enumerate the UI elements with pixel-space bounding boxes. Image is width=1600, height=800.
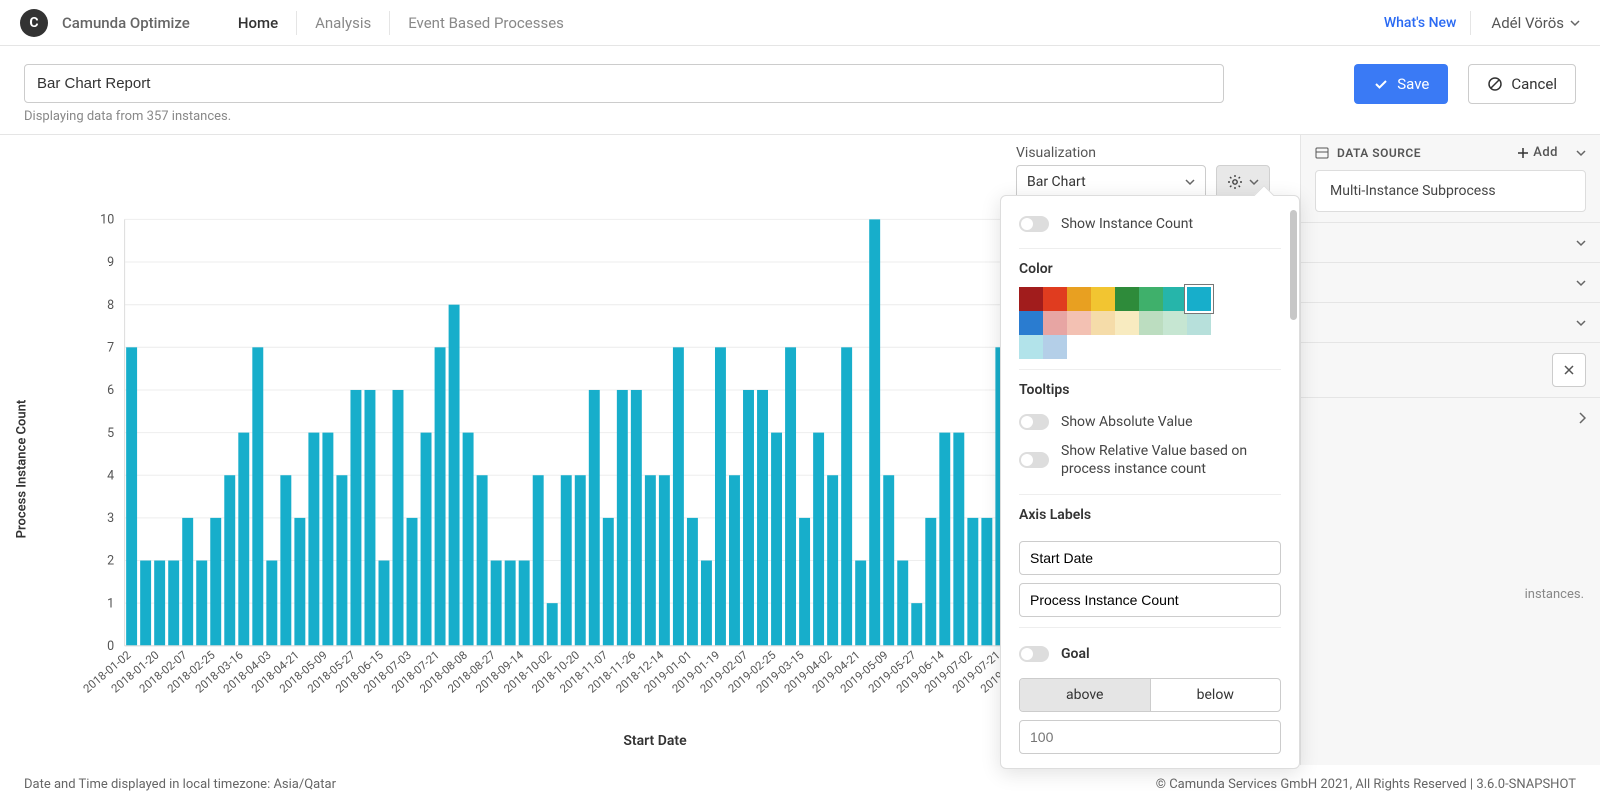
show-absolute-label: Show Absolute Value (1061, 414, 1193, 430)
footer-copyright: © Camunda Services GmbH 2021, All Rights… (1156, 777, 1576, 792)
color-swatch[interactable] (1091, 287, 1115, 311)
side-section-4 (1301, 342, 1600, 397)
goal-below-button[interactable]: below (1150, 679, 1281, 711)
chevron-down-icon (1570, 18, 1580, 28)
nav-event-based-processes[interactable]: Event Based Processes (389, 11, 582, 35)
visualization-value: Bar Chart (1027, 174, 1086, 190)
show-instance-count-label: Show Instance Count (1061, 216, 1193, 232)
scrollbar-thumb[interactable] (1290, 210, 1297, 320)
axis-x-input[interactable] (1019, 541, 1281, 575)
app-footer: Date and Time displayed in local timezon… (0, 769, 1600, 800)
color-section-title: Color (1019, 261, 1281, 277)
chevron-down-icon (1576, 318, 1586, 328)
footer-timezone: Date and Time displayed in local timezon… (24, 777, 336, 792)
cancel-button[interactable]: Cancel (1468, 64, 1576, 104)
main-nav: Home Analysis Event Based Processes (220, 11, 582, 35)
side-section-2[interactable] (1301, 262, 1600, 302)
color-swatch[interactable] (1043, 335, 1067, 359)
color-swatch[interactable] (1139, 287, 1163, 311)
svg-text:5: 5 (107, 426, 114, 441)
report-title-input[interactable] (24, 64, 1224, 103)
goal-above-button[interactable]: above (1020, 679, 1150, 711)
visualization-label: Visualization (1016, 145, 1206, 161)
chevron-down-icon (1576, 278, 1586, 288)
remove-button[interactable] (1552, 353, 1586, 387)
svg-text:2: 2 (107, 554, 114, 569)
save-label: Save (1397, 75, 1429, 93)
svg-text:3: 3 (107, 511, 114, 526)
visualization-dropdown[interactable]: Bar Chart (1016, 165, 1206, 199)
axis-y-input[interactable] (1019, 583, 1281, 617)
color-swatch[interactable] (1043, 311, 1067, 335)
svg-text:7: 7 (107, 340, 114, 355)
data-source-header: DATA SOURCE Add (1301, 135, 1600, 170)
show-relative-toggle[interactable] (1019, 452, 1049, 468)
tooltips-section-title: Tooltips (1019, 382, 1281, 398)
chevron-down-icon (1576, 238, 1586, 248)
svg-text:0: 0 (107, 639, 114, 654)
goal-toggle[interactable] (1019, 646, 1049, 662)
gear-icon (1227, 174, 1243, 190)
color-picker (1019, 287, 1281, 359)
side-footer-text: instances. (1301, 587, 1600, 610)
goal-value-input[interactable] (1019, 720, 1281, 754)
chevron-down-icon (1249, 177, 1259, 187)
app-logo: C (20, 9, 48, 37)
side-section-1[interactable] (1301, 222, 1600, 262)
color-swatch[interactable] (1115, 287, 1139, 311)
chevron-right-icon (1578, 412, 1586, 424)
side-section-3[interactable] (1301, 302, 1600, 342)
color-swatch[interactable] (1091, 311, 1115, 335)
goal-label: Goal (1061, 646, 1090, 662)
color-swatch[interactable] (1163, 287, 1187, 311)
user-menu[interactable]: Adél Vörös (1481, 14, 1580, 32)
svg-text:4: 4 (107, 468, 114, 483)
add-data-source-button[interactable]: Add (1517, 145, 1558, 160)
user-name: Adél Vörös (1491, 14, 1564, 32)
close-icon (1563, 364, 1575, 376)
side-section-5[interactable] (1301, 397, 1600, 437)
color-swatch[interactable] (1019, 311, 1043, 335)
color-swatch[interactable] (1019, 335, 1043, 359)
data-source-value[interactable]: Multi-Instance Subprocess (1315, 170, 1586, 212)
chart-settings-popover: Show Instance Count Color Tooltips Show … (1000, 195, 1300, 769)
report-toolbar: Displaying data from 357 instances. Save… (0, 46, 1600, 134)
svg-text:9: 9 (107, 255, 114, 270)
nav-home[interactable]: Home (220, 11, 296, 35)
svg-text:1: 1 (107, 596, 114, 611)
side-panel: DATA SOURCE Add Multi-Instance Subproces… (1300, 135, 1600, 765)
color-swatch[interactable] (1043, 287, 1067, 311)
svg-text:10: 10 (100, 213, 114, 228)
color-swatch[interactable] (1115, 311, 1139, 335)
color-swatch[interactable] (1163, 311, 1187, 335)
color-swatch[interactable] (1187, 311, 1211, 335)
plus-icon (1517, 147, 1529, 159)
y-axis-label: Process Instance Count (15, 400, 30, 539)
nav-analysis[interactable]: Analysis (296, 11, 389, 35)
axis-labels-section-title: Axis Labels (1019, 507, 1281, 523)
svg-text:8: 8 (107, 298, 114, 313)
color-swatch[interactable] (1139, 311, 1163, 335)
show-relative-label: Show Relative Value based on process ins… (1061, 442, 1281, 478)
color-swatch[interactable] (1067, 287, 1091, 311)
show-instance-count-toggle[interactable] (1019, 216, 1049, 232)
whats-new-link[interactable]: What's New (1370, 11, 1472, 35)
color-swatch[interactable] (1019, 287, 1043, 311)
data-source-icon (1315, 146, 1329, 160)
show-absolute-toggle[interactable] (1019, 414, 1049, 430)
main-content: Visualization Bar Chart Process Instance… (0, 135, 1600, 765)
cancel-label: Cancel (1511, 75, 1557, 93)
color-swatch[interactable] (1187, 287, 1211, 311)
save-button[interactable]: Save (1354, 64, 1448, 104)
app-name: Camunda Optimize (62, 14, 190, 32)
app-header: C Camunda Optimize Home Analysis Event B… (0, 0, 1600, 46)
svg-text:6: 6 (107, 383, 114, 398)
color-swatch[interactable] (1067, 311, 1091, 335)
cancel-icon (1487, 76, 1503, 92)
goal-direction-segment: above below (1019, 678, 1281, 712)
chevron-down-icon (1185, 177, 1195, 187)
check-icon (1373, 76, 1389, 92)
instance-count-text: Displaying data from 357 instances. (24, 109, 1334, 124)
chevron-down-icon[interactable] (1576, 148, 1586, 158)
